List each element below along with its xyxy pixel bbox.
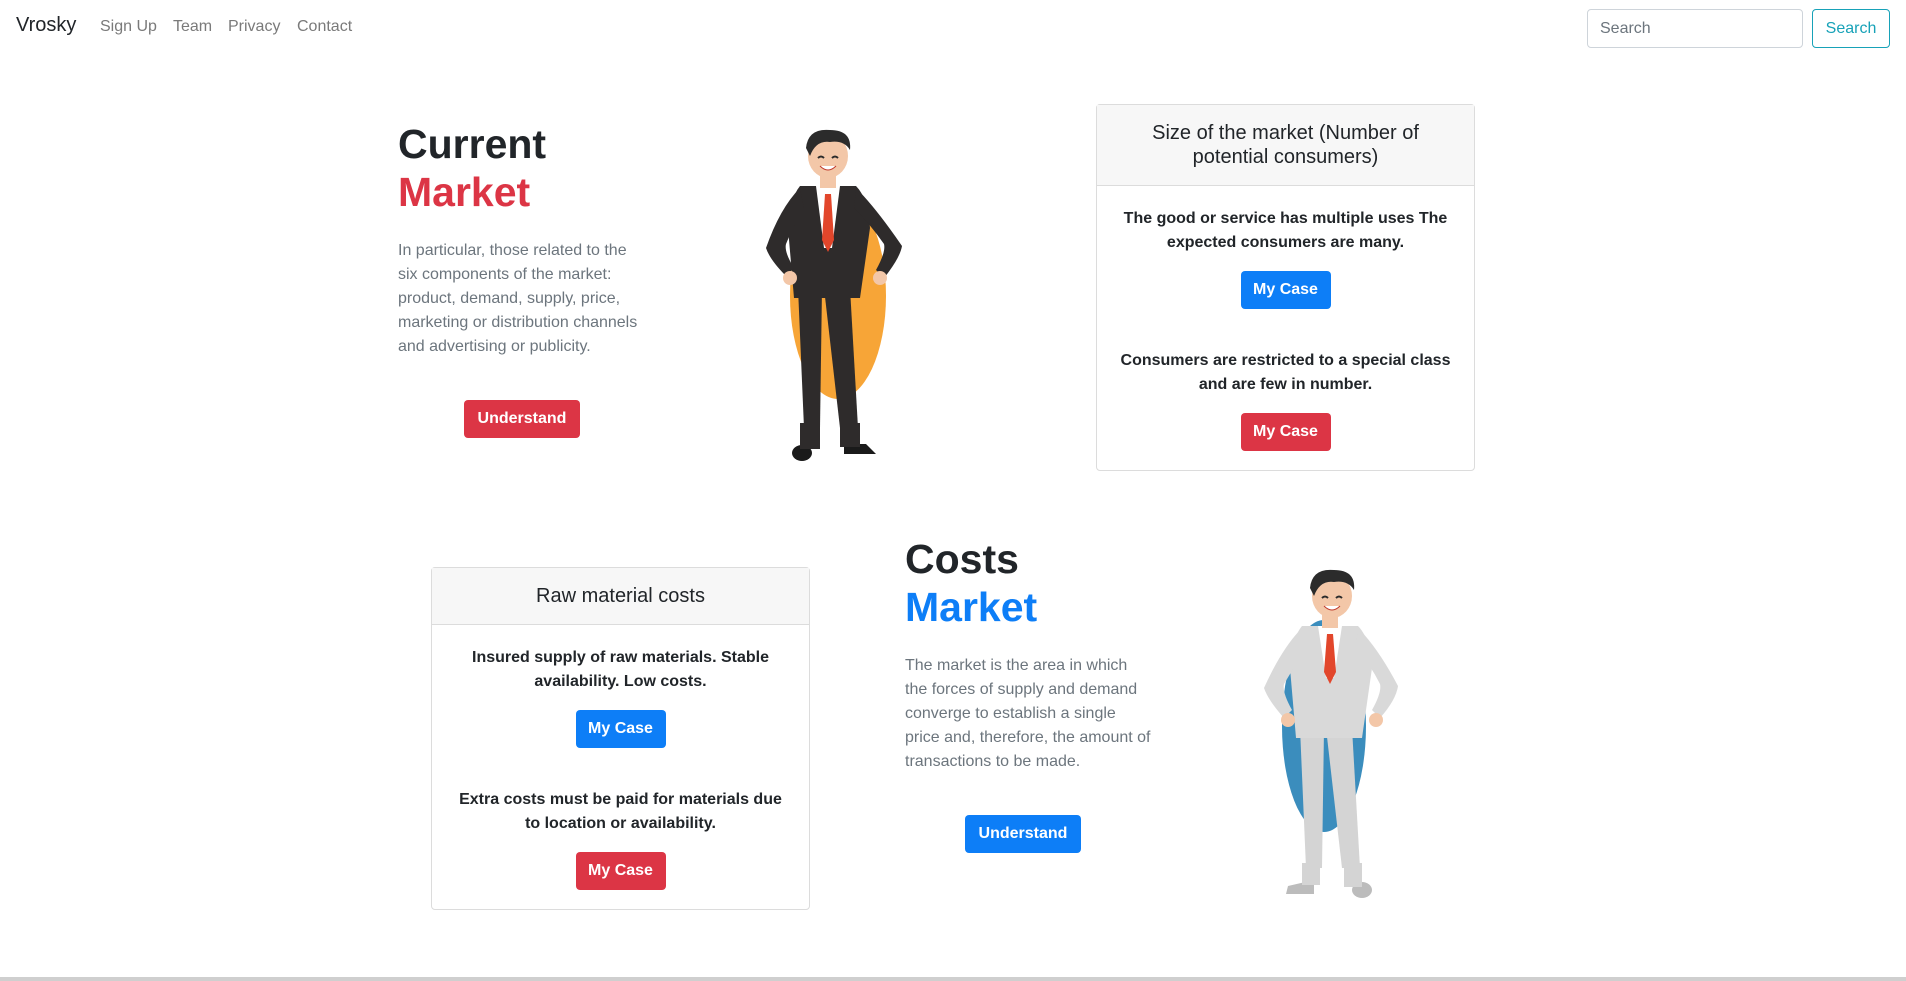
card-item-text: Consumers are restricted to a special cl…	[1120, 352, 1451, 393]
card-item-text: Extra costs must be paid for materials d…	[459, 791, 782, 832]
nav-link-team[interactable]: Team	[173, 18, 212, 36]
card-item: Extra costs must be paid for materials d…	[432, 788, 809, 890]
nav-link-sign-up[interactable]: Sign Up	[100, 18, 157, 36]
brand-logo[interactable]: Vrosky	[16, 14, 76, 37]
title-line-2: Market	[398, 169, 531, 215]
card-header: Size of the market (Number of potential …	[1097, 105, 1474, 186]
title-line-2: Market	[905, 584, 1038, 630]
navbar: Vrosky Sign Up Team Privacy Contact Sear…	[0, 0, 1906, 55]
my-case-button[interactable]: My Case	[575, 852, 666, 890]
businessman-grey-suit-illustration	[1264, 569, 1398, 898]
costs-market-description: The market is the area in which the forc…	[905, 657, 1151, 770]
costs-market-title: Costs Market	[905, 535, 1037, 631]
understand-button[interactable]: Understand	[464, 400, 580, 438]
search-button[interactable]: Search	[1812, 9, 1890, 48]
card-item: Insured supply of raw materials. Stable …	[432, 646, 809, 748]
raw-material-card: Raw material costs Insured supply of raw…	[431, 567, 810, 910]
market-size-card: Size of the market (Number of potential …	[1096, 104, 1475, 471]
title-line-1: Current	[398, 121, 547, 167]
search-input[interactable]	[1587, 9, 1803, 48]
card-item-text: The good or service has multiple uses Th…	[1123, 210, 1448, 251]
nav-link-contact[interactable]: Contact	[297, 18, 352, 36]
page-bottom-border	[0, 977, 1906, 981]
card-item-text: Insured supply of raw materials. Stable …	[472, 649, 769, 690]
card-item: Consumers are restricted to a special cl…	[1097, 349, 1474, 451]
card-header: Raw material costs	[432, 568, 809, 625]
current-market-description: In particular, those related to the six …	[398, 242, 638, 355]
understand-button[interactable]: Understand	[965, 815, 1081, 853]
my-case-button[interactable]: My Case	[575, 710, 666, 748]
nav-link-privacy[interactable]: Privacy	[228, 18, 280, 36]
card-item: The good or service has multiple uses Th…	[1097, 207, 1474, 309]
current-market-title: Current Market	[398, 120, 546, 216]
title-line-1: Costs	[905, 536, 1019, 582]
businessman-dark-suit-illustration	[766, 129, 902, 461]
my-case-button[interactable]: My Case	[1240, 271, 1331, 309]
my-case-button[interactable]: My Case	[1240, 413, 1331, 451]
